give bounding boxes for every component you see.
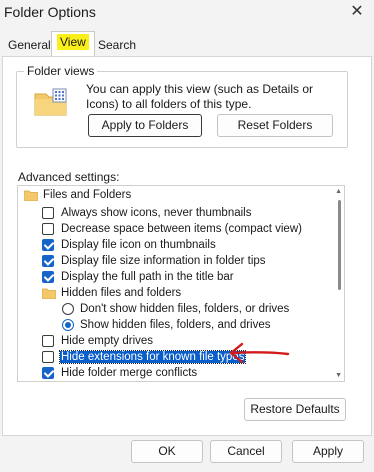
folder-grid-icon	[34, 88, 67, 116]
tab-search-label: Search	[98, 38, 137, 52]
tree-folder-files-and-folders: Files and Folders	[22, 188, 132, 203]
ok-button[interactable]: OK	[131, 440, 203, 463]
folder-icon	[42, 288, 56, 299]
option-label: Don't show hidden files, folders, or dri…	[80, 303, 290, 315]
tab-search[interactable]: Search	[93, 35, 141, 56]
option-hide-empty-drives[interactable]: Hide empty drives	[42, 334, 154, 349]
window-title: Folder Options	[4, 4, 96, 20]
red-arrow-annotation-icon	[229, 342, 290, 364]
checkbox[interactable]	[42, 223, 54, 235]
option-show-hidden[interactable]: Show hidden files, folders, and drives	[62, 318, 272, 333]
option-label: Display file size information in folder …	[61, 255, 266, 267]
checkbox-checked[interactable]	[42, 255, 54, 267]
option-dont-show-hidden[interactable]: Don't show hidden files, folders, or dri…	[62, 302, 290, 317]
title-bar: Folder Options ✕	[0, 0, 374, 26]
checkbox-checked[interactable]	[42, 239, 54, 251]
close-icon[interactable]: ✕	[346, 2, 368, 22]
option-label: Always show icons, never thumbnails	[61, 207, 252, 219]
apply-button[interactable]: Apply	[292, 440, 364, 463]
option-display-file-size[interactable]: Display file size information in folder …	[42, 254, 267, 269]
option-label: Hide extensions for known file types	[58, 350, 247, 364]
option-decrease-space[interactable]: Decrease space between items (compact vi…	[42, 222, 303, 237]
option-hide-merge-conflicts[interactable]: Hide folder merge conflicts	[42, 366, 198, 381]
folder-views-description: You can apply this view (such as Details…	[86, 82, 314, 111]
folder-icon	[24, 190, 38, 201]
option-display-file-icon[interactable]: Display file icon on thumbnails	[42, 238, 217, 253]
checkbox[interactable]	[42, 335, 54, 347]
checkbox-checked[interactable]	[42, 271, 54, 283]
reset-folders-button[interactable]: Reset Folders	[217, 114, 333, 137]
radio-button-selected[interactable]	[62, 319, 74, 331]
scrollbar-thumb[interactable]	[338, 200, 341, 290]
option-hide-extensions[interactable]: Hide extensions for known file types	[42, 350, 247, 365]
tab-view-label: View	[57, 34, 89, 50]
checkbox-checked[interactable]	[42, 367, 54, 379]
tree-folder-hidden-files: Hidden files and folders	[42, 286, 182, 301]
advanced-settings-list[interactable]: Files and Folders Always show icons, nev…	[17, 185, 345, 382]
scroll-down-arrow-icon[interactable]: ▼	[335, 372, 342, 379]
folder-views-legend: Folder views	[24, 64, 98, 78]
scroll-up-arrow-icon[interactable]: ▲	[335, 188, 342, 195]
option-label: Hide empty drives	[61, 335, 154, 347]
radio-button[interactable]	[62, 303, 74, 315]
apply-to-folders-button[interactable]: Apply to Folders	[88, 114, 202, 137]
option-always-show-icons[interactable]: Always show icons, never thumbnails	[42, 206, 252, 221]
cancel-button[interactable]: Cancel	[210, 440, 282, 463]
option-label: Show hidden files, folders, and drives	[80, 319, 271, 331]
tree-folder-label: Files and Folders	[43, 189, 132, 201]
option-label: Display the full path in the title bar	[61, 271, 234, 283]
tab-view[interactable]: View	[51, 31, 95, 56]
tab-general[interactable]: General	[3, 35, 56, 56]
tree-folder-label: Hidden files and folders	[61, 287, 182, 299]
checkbox[interactable]	[42, 351, 54, 363]
restore-defaults-button[interactable]: Restore Defaults	[244, 398, 346, 421]
option-label: Decrease space between items (compact vi…	[61, 223, 302, 235]
option-label: Display file icon on thumbnails	[61, 239, 216, 251]
checkbox[interactable]	[42, 207, 54, 219]
tab-strip: General View Search	[0, 31, 374, 57]
advanced-settings-label: Advanced settings:	[18, 170, 120, 184]
tab-general-label: General	[8, 38, 51, 52]
option-display-full-path[interactable]: Display the full path in the title bar	[42, 270, 235, 285]
option-label: Hide folder merge conflicts	[61, 367, 198, 379]
